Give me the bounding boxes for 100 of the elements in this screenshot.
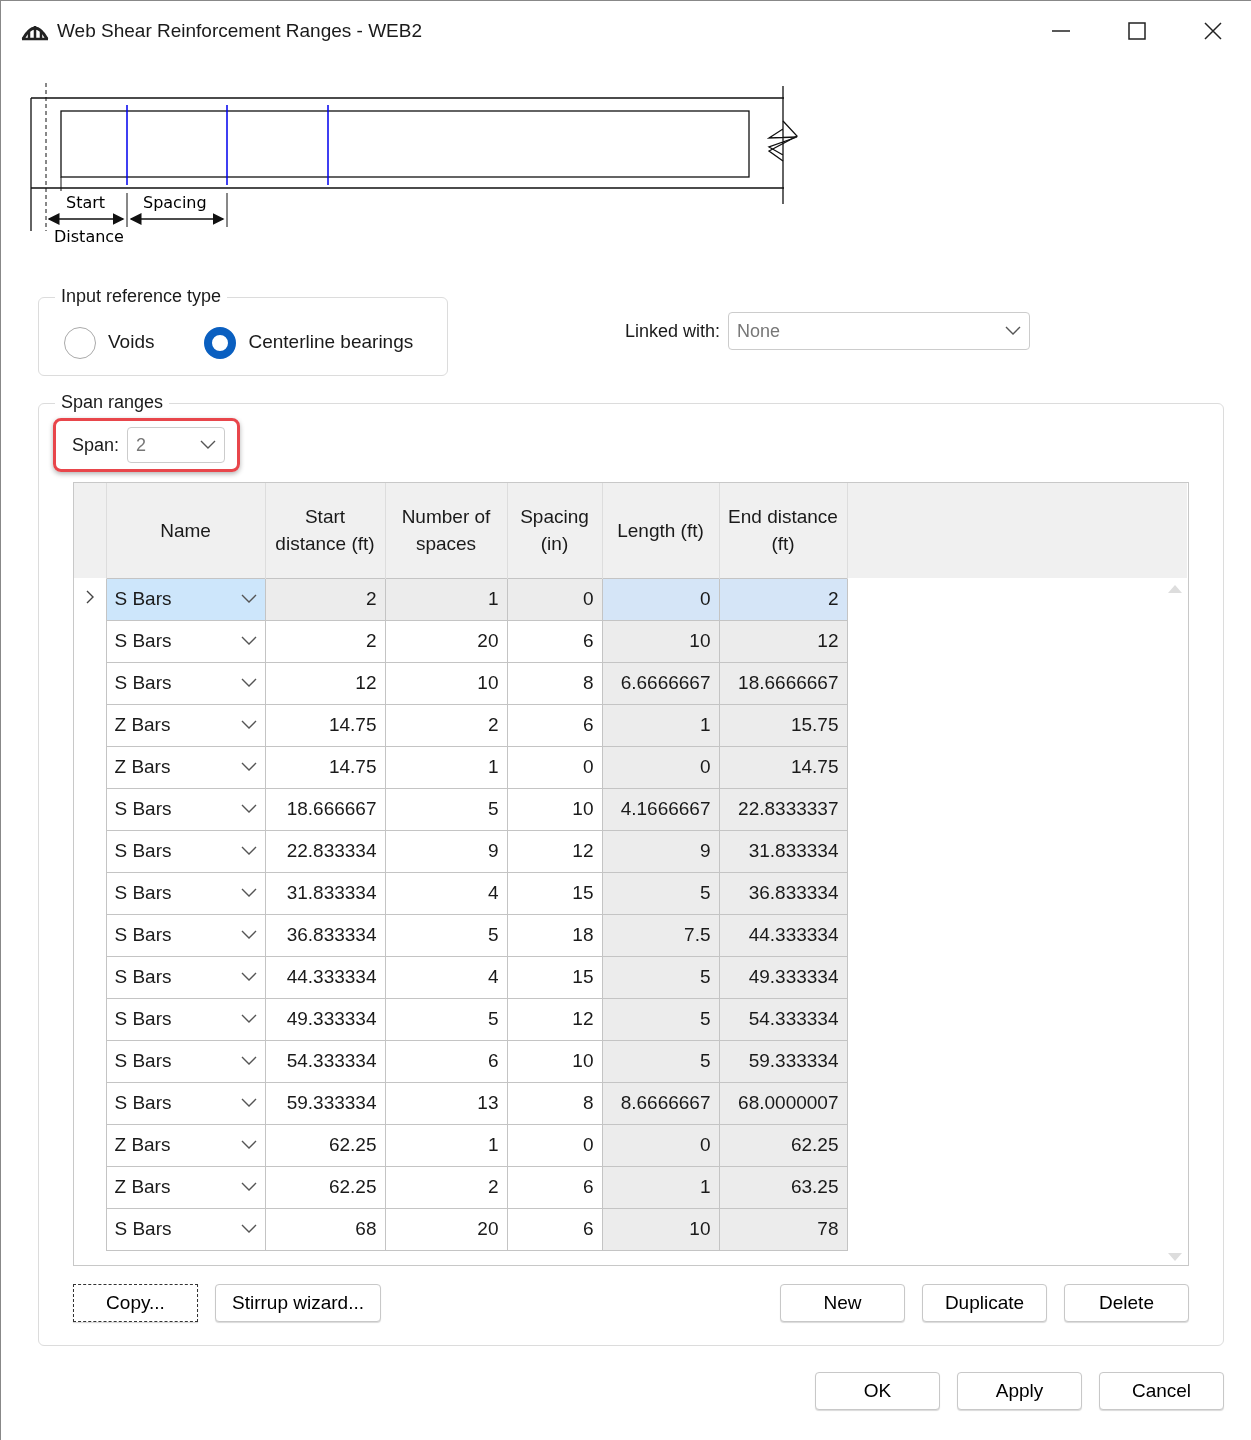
name-dropdown-cell[interactable]: S Bars — [106, 998, 265, 1040]
table-cell: 5 — [602, 872, 719, 914]
table-cell[interactable]: 20 — [385, 620, 507, 662]
table-cell[interactable]: 0 — [507, 746, 602, 788]
push-button[interactable]: New — [780, 1284, 905, 1322]
table-cell[interactable]: 49.333334 — [265, 998, 385, 1040]
name-dropdown-cell[interactable]: S Bars — [106, 620, 265, 662]
table-cell[interactable]: 18 — [507, 914, 602, 956]
table-cell[interactable]: 22.833334 — [265, 830, 385, 872]
name-dropdown-cell[interactable]: Z Bars — [106, 1166, 265, 1208]
table-cell[interactable]: 9 — [385, 830, 507, 872]
table-cell: 36.833334 — [719, 872, 847, 914]
name-dropdown-cell[interactable]: Z Bars — [106, 1124, 265, 1166]
name-dropdown-cell[interactable]: S Bars — [106, 1040, 265, 1082]
table-cell[interactable]: 2 — [265, 578, 385, 620]
table-cell[interactable]: 44.333334 — [265, 956, 385, 998]
table-cell[interactable]: 18.666667 — [265, 788, 385, 830]
table-cell[interactable]: 13 — [385, 1082, 507, 1124]
table-cell[interactable]: 10 — [507, 1040, 602, 1082]
push-button[interactable]: OK — [815, 1372, 940, 1410]
table-cell: 1 — [602, 704, 719, 746]
table-cell[interactable]: 4 — [385, 872, 507, 914]
table-cell[interactable]: 68 — [265, 1208, 385, 1250]
table-cell[interactable]: 12 — [265, 662, 385, 704]
name-dropdown-cell[interactable]: S Bars — [106, 662, 265, 704]
table-cell[interactable]: 10 — [385, 662, 507, 704]
chevron-icon — [240, 594, 257, 604]
chevron-icon — [240, 1224, 257, 1234]
chevron-icon — [240, 720, 257, 730]
table-cell[interactable]: 14.75 — [265, 746, 385, 788]
table-cell[interactable]: 12 — [507, 830, 602, 872]
table-cell[interactable]: 6 — [507, 704, 602, 746]
table-cell[interactable]: 5 — [385, 998, 507, 1040]
table-cell[interactable]: 10 — [507, 788, 602, 830]
name-dropdown-cell[interactable]: Z Bars — [106, 704, 265, 746]
name-dropdown-cell[interactable]: S Bars — [106, 872, 265, 914]
column-header: Number of spaces — [385, 483, 507, 578]
name-dropdown-cell[interactable]: S Bars — [106, 1208, 265, 1250]
scroll-up-icon[interactable] — [1168, 583, 1182, 593]
name-dropdown-cell[interactable]: Z Bars — [106, 746, 265, 788]
table-cell: 44.333334 — [719, 914, 847, 956]
linked-with-dropdown[interactable]: None — [728, 312, 1031, 350]
table-cell[interactable]: 59.333334 — [265, 1082, 385, 1124]
radio-option[interactable]: Centerline bearings — [204, 326, 414, 359]
table-cell[interactable]: 15 — [507, 872, 602, 914]
table-cell: 8.6666667 — [602, 1082, 719, 1124]
table-cell[interactable]: 5 — [385, 788, 507, 830]
table-cell[interactable]: 12 — [507, 998, 602, 1040]
table-cell[interactable]: 1 — [385, 578, 507, 620]
chevron-icon — [240, 972, 257, 982]
table-cell[interactable]: 15 — [507, 956, 602, 998]
table-cell: 5 — [602, 1040, 719, 1082]
table-cell[interactable]: 54.333334 — [265, 1040, 385, 1082]
table-cell[interactable]: 2 — [385, 1166, 507, 1208]
table-cell[interactable]: 20 — [385, 1208, 507, 1250]
table-cell: 14.75 — [719, 746, 847, 788]
span-dropdown[interactable]: 2 — [127, 427, 226, 463]
table-cell[interactable]: 8 — [507, 662, 602, 704]
push-button[interactable]: Stirrup wizard... — [215, 1284, 381, 1322]
push-button[interactable]: Delete — [1064, 1284, 1189, 1322]
scroll-down-icon[interactable] — [1168, 1253, 1182, 1263]
table-cell: 0 — [602, 1124, 719, 1166]
table-cell[interactable]: 2 — [385, 704, 507, 746]
table-cell[interactable]: 0 — [507, 1124, 602, 1166]
field-label: Linked with: — [625, 319, 721, 343]
table-cell[interactable]: 5 — [385, 914, 507, 956]
dimension-label: Start — [66, 193, 106, 212]
name-dropdown-cell[interactable]: S Bars — [106, 830, 265, 872]
table-cell: 59.333334 — [719, 1040, 847, 1082]
table-cell[interactable]: 6 — [507, 1166, 602, 1208]
push-button[interactable]: Copy... — [73, 1284, 198, 1322]
name-dropdown-cell[interactable]: S Bars — [106, 956, 265, 998]
table-cell[interactable]: 6 — [507, 620, 602, 662]
table-cell: 10 — [602, 1208, 719, 1250]
push-button[interactable]: Apply — [957, 1372, 1082, 1410]
field-label: Span: — [72, 433, 120, 457]
name-dropdown-cell[interactable]: S Bars — [106, 914, 265, 956]
table-cell[interactable]: 1 — [385, 1124, 507, 1166]
table-cell[interactable]: 36.833334 — [265, 914, 385, 956]
chevron-icon — [240, 1014, 257, 1024]
table-cell[interactable]: 6 — [385, 1040, 507, 1082]
table-cell[interactable]: 62.25 — [265, 1124, 385, 1166]
name-dropdown-cell[interactable]: S Bars — [106, 578, 265, 620]
table-cell: 62.25 — [719, 1124, 847, 1166]
radio-option[interactable]: Voids — [64, 326, 155, 359]
table-cell: 9 — [602, 830, 719, 872]
table-cell[interactable]: 8 — [507, 1082, 602, 1124]
chevron-icon — [240, 762, 257, 772]
name-dropdown-cell[interactable]: S Bars — [106, 1082, 265, 1124]
table-cell[interactable]: 6 — [507, 1208, 602, 1250]
table-cell[interactable]: 4 — [385, 956, 507, 998]
push-button[interactable]: Cancel — [1099, 1372, 1224, 1410]
table-cell[interactable]: 62.25 — [265, 1166, 385, 1208]
table-cell[interactable]: 0 — [507, 578, 602, 620]
name-dropdown-cell[interactable]: S Bars — [106, 788, 265, 830]
push-button[interactable]: Duplicate — [922, 1284, 1047, 1322]
table-cell[interactable]: 31.833334 — [265, 872, 385, 914]
table-cell[interactable]: 1 — [385, 746, 507, 788]
table-cell[interactable]: 14.75 — [265, 704, 385, 746]
table-cell[interactable]: 2 — [265, 620, 385, 662]
